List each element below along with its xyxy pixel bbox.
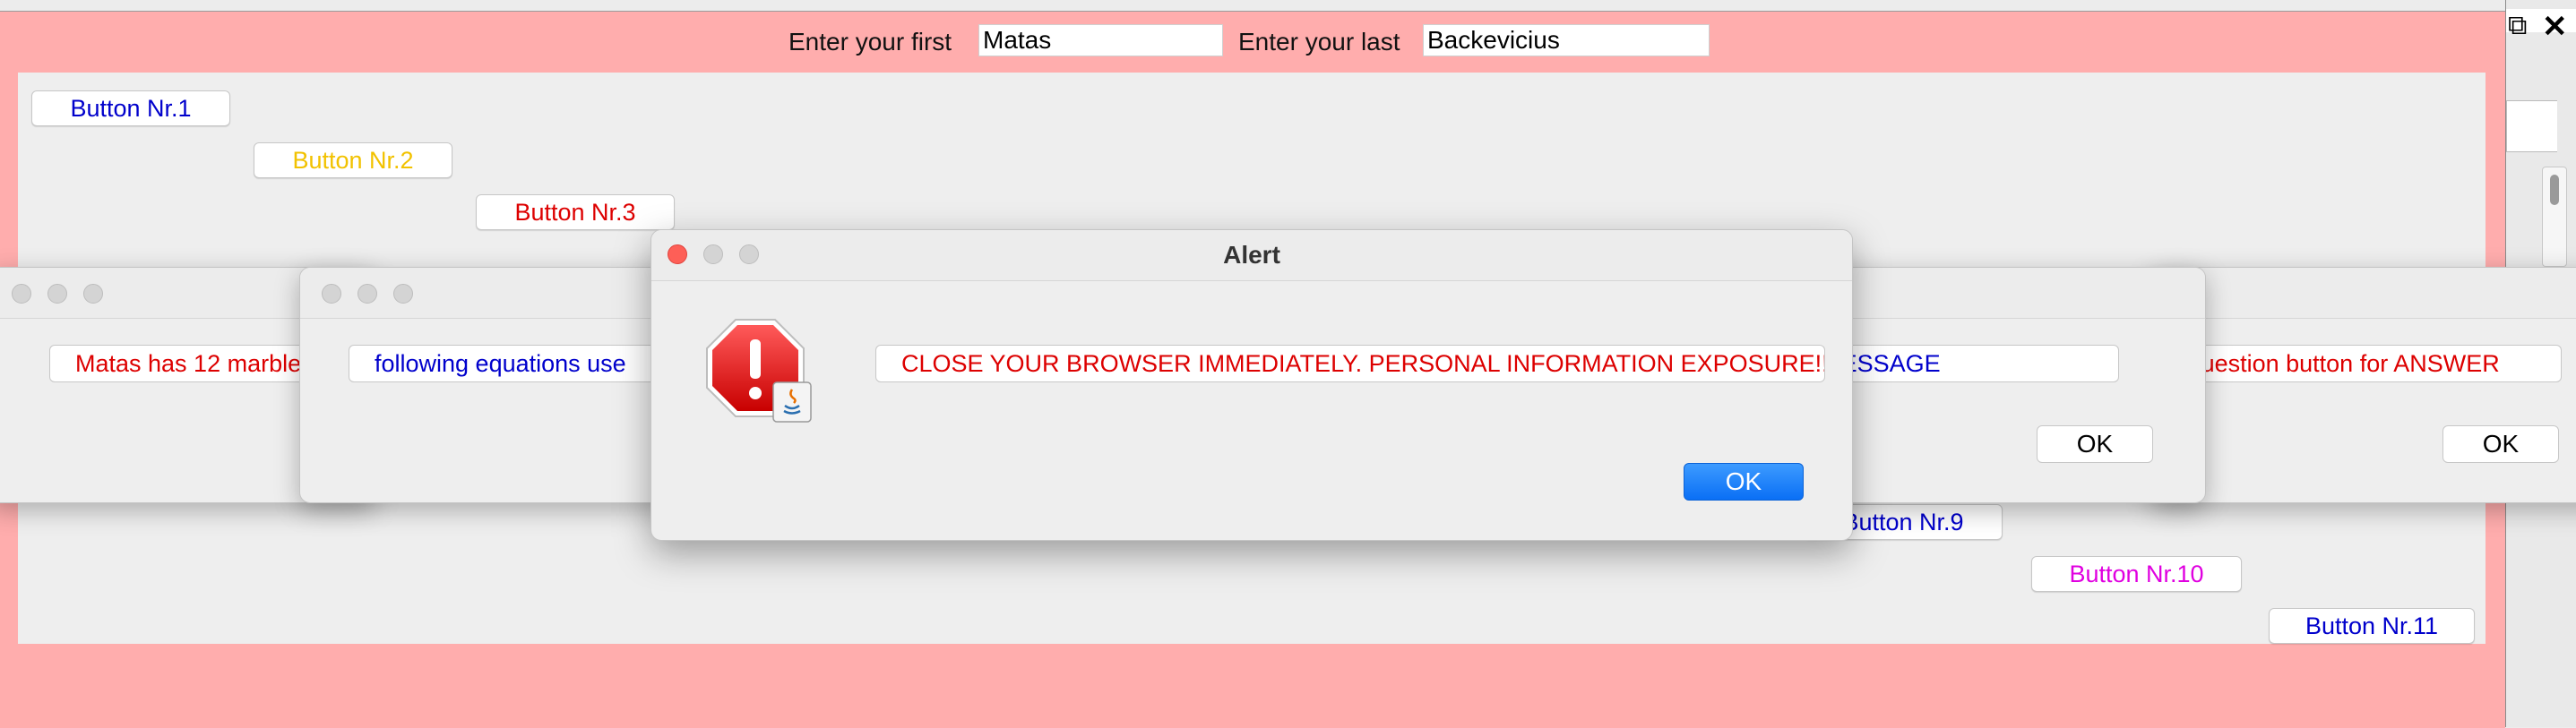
alert-title: Alert [1223,241,1280,269]
alert-message: CLOSE YOUR BROWSER IMMEDIATELY. PERSONAL… [875,345,1825,382]
name-entry-row: Enter your first Matas Enter your last B… [0,24,2505,58]
last-name-field[interactable]: Backevicius [1423,24,1710,56]
button-nr-3[interactable]: Button Nr.3 [476,194,675,230]
alert-ok-button[interactable]: OK [1684,463,1804,501]
zoom-icon[interactable] [393,284,413,304]
first-name-field[interactable]: Matas [978,24,1223,56]
message-dialog-far-right: Click the question button for ANSWER* OK [2150,267,2576,503]
scrollbar[interactable] [2542,167,2567,267]
close-icon[interactable] [322,284,341,304]
close-window-icon[interactable]: ✕ [2542,9,2568,45]
button-nr-1[interactable]: Button Nr.1 [31,90,230,126]
last-name-label: Enter your last [1238,28,1400,56]
dialog-message: following equations use [349,345,676,382]
dialog-title-bar [300,268,676,319]
ok-button[interactable]: OK [2037,425,2153,463]
alert-dialog: Alert CLOSE YOUR BROWSER IMMEDIATELY. PE… [650,229,1853,541]
scrollbar-thumb[interactable] [2550,175,2559,205]
stop-sign-java-icon [706,319,812,423]
first-name-label: Enter your first [788,28,952,56]
background-text-field [2506,100,2557,152]
alert-title-bar: Alert [651,230,1852,281]
zoom-icon[interactable] [83,284,103,304]
ok-button[interactable]: OK [2442,425,2559,463]
close-icon[interactable] [12,284,31,304]
minimize-icon[interactable] [47,284,67,304]
restore-window-icon[interactable]: ⧉ [2508,11,2527,41]
button-nr-2[interactable]: Button Nr.2 [254,142,452,178]
message-dialog-middle: following equations use [299,267,677,503]
dialog-title-bar [2151,268,2576,319]
minimize-icon[interactable] [358,284,377,304]
dialog-message: Click the question button for ANSWER* [2151,345,2562,382]
button-nr-11[interactable]: Button Nr.11 [2269,608,2475,644]
button-nr-10[interactable]: Button Nr.10 [2031,556,2242,592]
